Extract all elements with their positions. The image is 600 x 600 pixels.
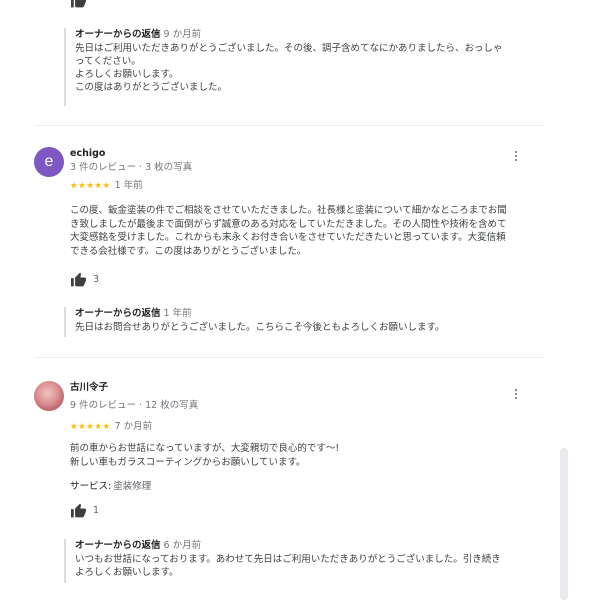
review-1-like-button[interactable] [70, 0, 87, 8]
review-age: 1 年前 [114, 180, 143, 191]
service-tag: サービス: 塗装修理 [70, 480, 151, 493]
reviews-panel: オーナーからの返信 9 か月前 先日はご利用いただきありがとうございました。その後… [0, 0, 600, 600]
owner-reply-header: オーナーからの返信 1 年前 [75, 307, 544, 320]
owner-reply-text: 先日はお問合せありがとうございました。こちらこそ今後ともよろしくお願いします。 [75, 322, 445, 333]
star-rating-icon: ★★★★★ [70, 422, 111, 432]
owner-reply-text: いつもお世話になっております。あわせて先日はご利用いただきありがとうございました… [75, 554, 501, 578]
owner-reply-label: オーナーからの返信 [75, 29, 161, 40]
avatar[interactable] [34, 381, 64, 411]
more-options-icon[interactable] [510, 149, 522, 163]
service-label: サービス: [70, 481, 112, 492]
reviewer-name[interactable]: 古川令子 [70, 381, 108, 394]
divider [34, 357, 544, 358]
more-options-icon[interactable] [510, 387, 522, 401]
avatar[interactable]: e [34, 147, 64, 177]
review-text: 前の車からお世話になっていますが、大変親切で良心的です〜! 新しい車もガラスコー… [70, 443, 340, 468]
owner-reply-label: オーナーからの返信 [75, 540, 161, 551]
review-text: この度、鈑金塗装の件でご相談をさせていただきました。社長様と塗装について細かなと… [70, 205, 507, 257]
scrollbar[interactable] [560, 448, 568, 600]
star-rating-icon: ★★★★★ [70, 181, 111, 191]
owner-reply-header: オーナーからの返信 6 か月前 [75, 539, 544, 552]
like-count: 1 [93, 504, 100, 516]
like-button[interactable]: 1 [70, 502, 99, 518]
like-count: 3 [93, 273, 100, 285]
owner-reply-time: 9 か月前 [163, 29, 202, 40]
thumb-up-icon [71, 272, 86, 286]
reviewer-name[interactable]: echigo [70, 147, 105, 160]
owner-reply-time: 1 年前 [163, 308, 192, 319]
divider [34, 125, 544, 126]
owner-reply-text: 先日はご利用いただきありがとうございました。その後、調子含めてなにかありましたら… [75, 43, 503, 93]
review-card-furukawa: 古川令子 9 件のレビュー · 12 枚の写真 ★★★★★ 7 か月前 前の車から… [34, 381, 544, 531]
owner-reply-label: オーナーからの返信 [75, 308, 161, 319]
owner-reply: オーナーからの返信 6 か月前 いつもお世話になっております。あわせて先日はご利用… [64, 539, 544, 583]
review-age: 7 か月前 [114, 421, 153, 432]
review-rating: ★★★★★ 1 年前 [70, 179, 143, 193]
thumb-up-icon [71, 0, 86, 7]
review-rating: ★★★★★ 7 か月前 [70, 420, 152, 434]
owner-reply: オーナーからの返信 1 年前 先日はお問合せありがとうございました。こちらこそ今後… [64, 307, 544, 337]
like-button[interactable]: 3 [70, 271, 99, 287]
service-value: 塗装修理 [113, 481, 152, 492]
owner-reply-header: オーナーからの返信 9 か月前 [75, 28, 544, 41]
reviewer-meta[interactable]: 3 件のレビュー · 3 枚の写真 [70, 161, 192, 174]
owner-reply-time: 6 か月前 [163, 540, 202, 551]
owner-reply: オーナーからの返信 9 か月前 先日はご利用いただきありがとうございました。その後… [64, 28, 544, 106]
thumb-up-icon [71, 503, 86, 517]
reviewer-meta[interactable]: 9 件のレビュー · 12 枚の写真 [70, 399, 198, 412]
